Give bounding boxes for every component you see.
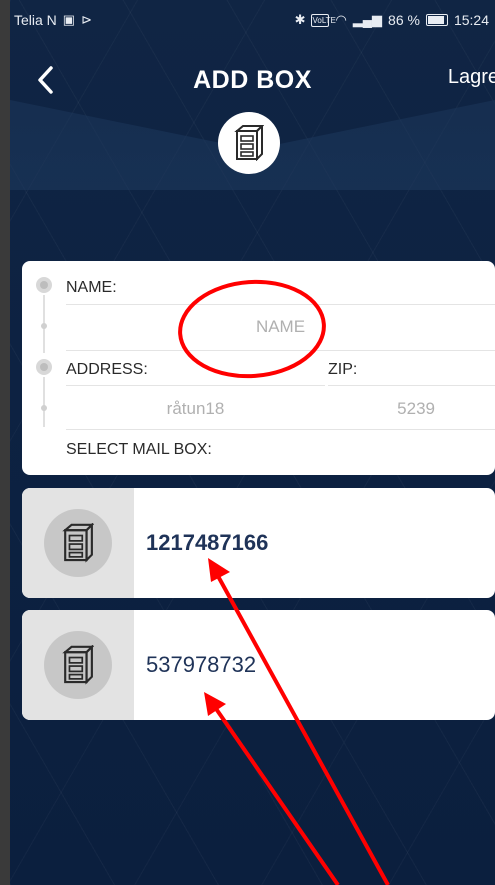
facebook-icon: ▣ — [62, 12, 76, 27]
battery-percent: 86 % — [388, 12, 420, 28]
name-step-dot — [36, 277, 52, 293]
timeline-small-dot — [41, 323, 47, 329]
timeline-line — [43, 377, 45, 427]
mailbox-icon — [62, 523, 94, 563]
name-input[interactable]: NAME — [66, 317, 495, 337]
status-right: ✱ VoLTE ◠ ▂▄▆ 86 % 15:24 — [295, 12, 489, 28]
status-bar: Telia N ▣ ⊳ ✱ VoLTE ◠ ▂▄▆ 86 % 15:24 — [10, 0, 495, 40]
carrier-name: Telia N — [14, 12, 57, 28]
status-time: 15:24 — [453, 12, 489, 28]
name-label: NAME: — [66, 279, 117, 296]
wifi-icon: ◠ — [335, 12, 347, 27]
bluetooth-icon: ✱ — [294, 12, 306, 27]
status-left: Telia N ▣ ⊳ — [14, 12, 92, 28]
mailbox-icon-circle — [44, 509, 112, 577]
mailbox-number: 537978732 — [146, 652, 257, 677]
address-divider — [66, 385, 325, 386]
zip-input[interactable]: 5239 — [328, 399, 495, 419]
volte-icon: VoLTE — [311, 13, 336, 27]
timeline-small-dot — [41, 405, 47, 411]
page-title: ADD BOX — [193, 65, 312, 94]
address-step-dot — [36, 359, 52, 375]
address-label: ADDRESS: — [66, 361, 148, 378]
name-underline — [66, 350, 495, 351]
save-button[interactable]: Lagre — [448, 66, 495, 89]
signal-icon: ▂▄▆ — [352, 12, 383, 27]
mailbox-icon-circle — [44, 631, 112, 699]
play-icon: ⊳ — [81, 12, 92, 27]
mailbox-item[interactable]: 537978732 — [22, 610, 495, 720]
box-form-card: NAME: NAME ADDRESS: ZIP: råtun18 5239 SE… — [22, 261, 495, 475]
app-logo — [218, 112, 280, 174]
zip-label: ZIP: — [328, 361, 358, 378]
mailbox-icon-pane — [22, 488, 134, 598]
battery-icon — [425, 14, 448, 26]
mailbox-icon — [234, 125, 264, 161]
address-input[interactable]: råtun18 — [66, 399, 325, 419]
name-divider — [66, 304, 495, 305]
zip-divider — [328, 385, 495, 386]
back-button[interactable] — [30, 60, 60, 100]
phone-screen: Telia N ▣ ⊳ ✱ VoLTE ◠ ▂▄▆ 86 % 15:24 ADD… — [10, 0, 495, 885]
address-underline — [66, 429, 495, 430]
select-mailbox-label: SELECT MAIL BOX: — [66, 441, 212, 458]
mailbox-icon-pane — [22, 610, 134, 720]
mailbox-icon — [62, 645, 94, 685]
app-bar: ADD BOX Lagre — [10, 40, 495, 120]
mailbox-item[interactable]: 1217487166 — [22, 488, 495, 598]
chevron-left-icon — [38, 66, 53, 94]
mailbox-number: 1217487166 — [146, 530, 269, 555]
